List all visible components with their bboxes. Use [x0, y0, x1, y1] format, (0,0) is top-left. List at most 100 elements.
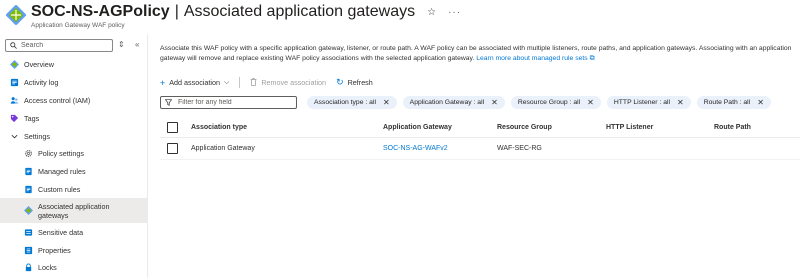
- page-description: Associate this WAF policy with a specifi…: [160, 44, 800, 64]
- menu-items: Overview Activity log Access control (IA…: [0, 56, 147, 277]
- nav-item-policy-settings[interactable]: Policy settings: [0, 145, 147, 163]
- nav-label: Sensitive data: [38, 227, 84, 237]
- nav-item-custom-rules[interactable]: Custom rules: [0, 181, 147, 199]
- column-header[interactable]: Resource Group: [497, 124, 606, 131]
- resource-menu: ⇕ « Overview Activity log Access control…: [0, 34, 148, 278]
- filter-pill-association-type[interactable]: Association type : all ✕: [307, 96, 397, 109]
- collapse-menu-icon[interactable]: «: [135, 40, 139, 49]
- column-header[interactable]: Association type: [191, 124, 383, 131]
- page-title: Associated application gateways: [183, 3, 416, 20]
- custom-rules-icon: [24, 185, 33, 194]
- pill-label: Route Path : all: [703, 99, 751, 106]
- nav-item-tags[interactable]: Tags: [0, 109, 147, 127]
- expand-collapse-icon[interactable]: ⇕: [118, 40, 125, 49]
- column-header[interactable]: HTTP Listener: [606, 124, 714, 131]
- plus-icon: +: [160, 77, 166, 88]
- close-icon[interactable]: ✕: [677, 98, 684, 107]
- nav-item-sensitive-data[interactable]: Sensitive data: [0, 223, 147, 241]
- gear-icon: [24, 149, 33, 158]
- add-association-label: Add association: [169, 78, 221, 87]
- column-header[interactable]: Route Path: [714, 124, 794, 131]
- lock-icon: [24, 263, 33, 272]
- iam-icon: [10, 96, 19, 105]
- nav-item-properties[interactable]: Properties: [0, 241, 147, 259]
- nav-item-managed-rules[interactable]: Managed rules: [0, 163, 147, 181]
- refresh-button[interactable]: ↻ Refresh: [336, 77, 373, 88]
- title-line: SOC-NS-AGPolicy | Associated application…: [31, 3, 461, 21]
- menu-search-box[interactable]: [5, 39, 113, 52]
- table-header: Association type Application Gateway Res…: [160, 118, 800, 138]
- chevron-down-icon: [10, 132, 19, 141]
- filter-icon: [165, 99, 172, 106]
- pill-label: HTTP Listener : all: [613, 99, 671, 106]
- refresh-icon: ↻: [336, 77, 344, 87]
- nav-label: Activity log: [24, 78, 59, 88]
- favorite-star-icon[interactable]: ☆: [427, 7, 436, 18]
- chevron-down-icon: ⌵: [224, 78, 230, 86]
- remove-association-button[interactable]: Remove association: [250, 77, 327, 88]
- cell-resource-group: WAF-SEC-RG: [497, 145, 542, 152]
- pill-label: Association type : all: [314, 99, 376, 106]
- waf-policy-icon: [24, 206, 33, 216]
- learn-more-link[interactable]: Learn more about managed rule sets ⧉: [476, 55, 594, 62]
- resource-subtitle: Application Gateway WAF policy: [31, 22, 125, 29]
- sensitive-data-icon: [24, 228, 33, 237]
- waf-policy-icon: [6, 5, 26, 25]
- nav-item-locks[interactable]: Locks: [0, 259, 147, 277]
- pill-label: Resource Group : all: [517, 99, 581, 106]
- learn-more-label: Learn more about managed rule sets: [476, 55, 588, 62]
- close-icon[interactable]: ✕: [587, 98, 594, 107]
- tag-icon: [10, 114, 19, 123]
- remove-association-label: Remove association: [261, 78, 327, 87]
- resource-title: SOC-NS-AGPolicy: [31, 3, 170, 20]
- nav-label: Overview: [24, 60, 54, 70]
- cell-application-gateway-link[interactable]: SOC-NS-AG-WAFv2: [383, 145, 497, 152]
- nav-label: Managed rules: [38, 167, 86, 177]
- table-row[interactable]: Application Gateway SOC-NS-AG-WAFv2 WAF-…: [160, 138, 800, 160]
- filter-box[interactable]: [160, 96, 297, 109]
- properties-icon: [24, 246, 33, 255]
- nav-label: Locks: [38, 263, 57, 273]
- managed-rules-icon: [24, 167, 33, 176]
- nav-label: Properties: [38, 245, 71, 255]
- nav-item-overview[interactable]: Overview: [0, 56, 147, 74]
- nav-label: Access control (IAM): [24, 95, 91, 105]
- filter-pill-route-path[interactable]: Route Path : all ✕: [696, 96, 771, 109]
- associations-table: Association type Application Gateway Res…: [160, 118, 800, 160]
- menu-search-input[interactable]: [21, 42, 111, 49]
- pill-label: Application Gateway : all: [409, 99, 485, 106]
- nav-group-settings[interactable]: Settings: [0, 127, 147, 145]
- nav-label: Settings: [24, 131, 50, 141]
- filter-pill-resource-group[interactable]: Resource Group : all ✕: [510, 96, 601, 109]
- filter-pill-application-gateway[interactable]: Application Gateway : all ✕: [402, 96, 505, 109]
- toolbar-divider: [239, 77, 241, 88]
- external-link-icon: ⧉: [589, 55, 595, 62]
- row-checkbox[interactable]: [167, 143, 178, 154]
- search-icon: [10, 42, 17, 49]
- trash-icon: [250, 77, 257, 88]
- nav-label: Custom rules: [38, 184, 81, 194]
- nav-item-associated-application-gateways[interactable]: Associated application gateways: [0, 198, 147, 224]
- nav-item-access-control[interactable]: Access control (IAM): [0, 92, 147, 110]
- nav-label: Policy settings: [38, 149, 84, 159]
- column-header[interactable]: Application Gateway: [383, 124, 497, 131]
- command-bar: + Add association ⌵ Remove association ↻…: [160, 77, 383, 88]
- close-icon[interactable]: ✕: [383, 98, 390, 107]
- filter-row: Association type : all ✕ Application Gat…: [160, 96, 777, 109]
- waf-policy-icon: [10, 60, 19, 70]
- close-icon[interactable]: ✕: [757, 98, 764, 107]
- nav-item-activity-log[interactable]: Activity log: [0, 74, 147, 92]
- select-all-checkbox[interactable]: [167, 122, 178, 133]
- nav-label: Associated application gateways: [38, 201, 110, 220]
- add-association-button[interactable]: + Add association ⌵: [160, 78, 229, 88]
- nav-label: Tags: [24, 113, 40, 123]
- more-options-icon[interactable]: ···: [448, 7, 461, 18]
- filter-input[interactable]: [178, 99, 293, 106]
- close-icon[interactable]: ✕: [491, 98, 498, 107]
- title-separator: |: [174, 3, 179, 20]
- cell-association-type: Application Gateway: [191, 145, 255, 152]
- activity-log-icon: [10, 78, 19, 87]
- page-header: SOC-NS-AGPolicy | Associated application…: [0, 0, 800, 34]
- refresh-label: Refresh: [347, 78, 373, 87]
- filter-pill-http-listener[interactable]: HTTP Listener : all ✕: [606, 96, 691, 109]
